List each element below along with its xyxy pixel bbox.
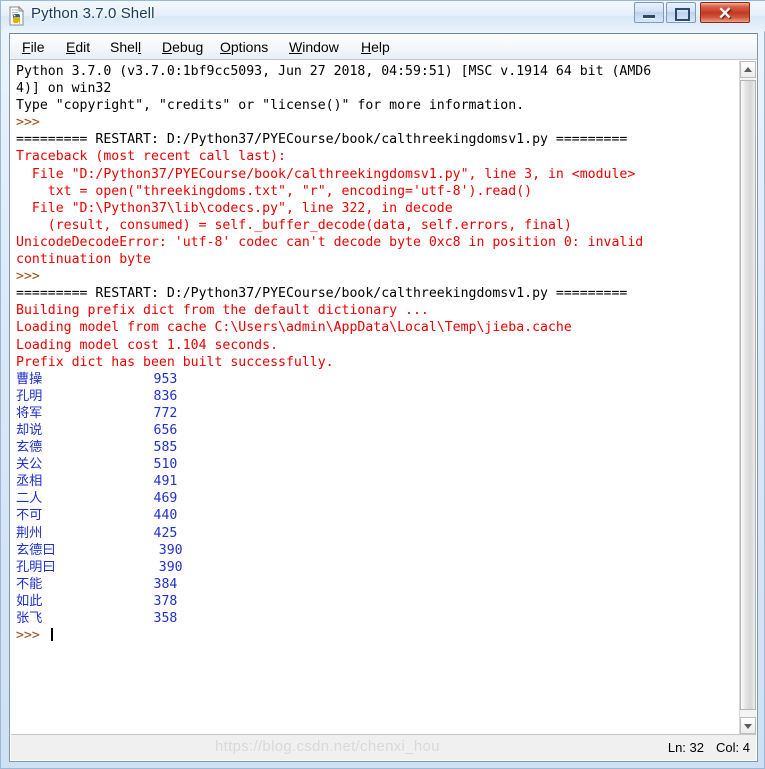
python-idle-icon <box>7 5 27 26</box>
shell-line: 如此 378 <box>16 593 178 609</box>
python-shell-window: Python 3.7.0 Shell ✕ File Edit Shell Deb… <box>0 0 765 769</box>
shell-line: Loading model cost 1.104 seconds. <box>16 337 279 353</box>
shell-text: Python 3.7.0 (v3.7.0:1bf9cc5093, Jun 27 … <box>16 63 740 644</box>
scroll-up-button[interactable] <box>740 61 756 78</box>
menu-mnemonic-help: H <box>361 39 372 55</box>
minimize-icon <box>643 15 655 18</box>
status-bar: https://blog.csdn.net/chenxi_hou Ln: 32 … <box>11 734 756 760</box>
shell-line: (result, consumed) = self._buffer_decode… <box>16 217 572 233</box>
shell-line: Loading model from cache C:\Users\admin\… <box>16 320 572 336</box>
shell-line: Type "copyright", "credits" or "license(… <box>16 98 525 114</box>
menu-label-help-post: elp <box>371 39 390 55</box>
shell-line: Prefix dict has been built successfully. <box>16 354 334 370</box>
close-icon: ✕ <box>717 4 733 23</box>
close-button[interactable]: ✕ <box>700 2 750 23</box>
menu-label-window-post: indow <box>302 39 339 55</box>
shell-line: 荆州 425 <box>16 525 178 541</box>
maximize-button[interactable] <box>666 2 696 23</box>
title-bar[interactable]: Python 3.7.0 Shell ✕ <box>1 1 765 31</box>
menu-mnemonic-debug: D <box>162 39 173 55</box>
shell-line: >>> <box>16 269 48 285</box>
menu-label-file-post: ile <box>30 39 45 55</box>
menu-mnemonic-file: F <box>22 39 31 55</box>
shell-line: Building prefix dict from the default di… <box>16 303 429 319</box>
shell-line: ========= RESTART: D:/Python37/PYECourse… <box>16 286 628 302</box>
shell-line: 不可 440 <box>16 508 178 524</box>
shell-line: 玄德曰 390 <box>16 542 183 558</box>
shell-line: 二人 469 <box>16 491 178 507</box>
shell-line: >>> <box>16 627 740 644</box>
menu-mnemonic-window: W <box>289 39 303 55</box>
maximize-icon <box>675 8 690 21</box>
menu-label-options-post: ptions <box>230 39 269 55</box>
menu-item-edit[interactable]: Edit <box>62 38 94 56</box>
chevron-up-icon <box>744 66 752 72</box>
shell-line: txt = open("threekingdoms.txt", "r", enc… <box>16 183 533 199</box>
menu-item-debug[interactable]: Debug <box>158 38 207 56</box>
shell-line: 将军 772 <box>16 405 178 421</box>
menu-bar: File Edit Shell Debug Options Window Hel… <box>10 34 757 60</box>
shell-line: 玄德 585 <box>16 440 178 456</box>
shell-line: 4)] on win32 <box>16 81 112 97</box>
menu-item-file[interactable]: File <box>18 38 49 56</box>
status-column-number: Col: 4 <box>716 740 750 755</box>
menu-mnemonic-options: O <box>220 39 231 55</box>
shell-line: File "D:/Python37/PYECourse/book/calthre… <box>16 166 636 182</box>
menu-label-shell-pre: Shel <box>110 39 139 55</box>
shell-line: 却说 656 <box>16 422 178 438</box>
shell-line: 丞相 491 <box>16 474 178 490</box>
shell-output-area[interactable]: Python 3.7.0 (v3.7.0:1bf9cc5093, Jun 27 … <box>11 61 740 734</box>
status-line-number: Ln: 32 <box>667 740 704 755</box>
watermark-text: https://blog.csdn.net/chenxi_hou <box>215 738 440 755</box>
menu-label-edit-post: dit <box>75 39 91 55</box>
shell-line: Python 3.7.0 (v3.7.0:1bf9cc5093, Jun 27 … <box>16 64 652 79</box>
shell-line: 孔明 836 <box>16 388 178 404</box>
menu-item-window[interactable]: Window <box>285 38 343 56</box>
menu-mnemonic-edit: E <box>66 39 76 55</box>
shell-line: 曹操 953 <box>16 371 178 387</box>
shell-line: Traceback (most recent call last): <box>16 149 286 165</box>
chevron-down-icon <box>744 723 752 729</box>
client-area: File Edit Shell Debug Options Window Hel… <box>9 33 758 762</box>
shell-line: UnicodeDecodeError: 'utf-8' codec can't … <box>16 234 644 250</box>
window-title: Python 3.7.0 Shell <box>31 5 155 22</box>
menu-label-debug-post: ebug <box>172 39 204 55</box>
menu-item-help[interactable]: Help <box>357 38 394 56</box>
minimize-button[interactable] <box>634 2 664 23</box>
scrollbar-thumb[interactable] <box>740 80 756 710</box>
vertical-scrollbar[interactable] <box>739 61 756 734</box>
scroll-down-button[interactable] <box>740 717 756 734</box>
shell-line: 不能 384 <box>16 576 178 592</box>
menu-mnemonic-shell: l <box>138 39 142 55</box>
shell-line: continuation byte <box>16 252 151 268</box>
text-cursor <box>50 628 53 642</box>
shell-line: ========= RESTART: D:/Python37/PYECourse… <box>16 132 628 148</box>
shell-line: >>> <box>16 115 48 131</box>
shell-line: 关公 510 <box>16 457 178 473</box>
shell-line: 孔明曰 390 <box>16 559 183 575</box>
menu-item-options[interactable]: Options <box>216 38 272 56</box>
shell-line: File "D:\Python37\lib\codecs.py", line 3… <box>16 200 453 216</box>
menu-item-shell[interactable]: Shell <box>106 38 145 56</box>
shell-line: 张飞 358 <box>16 611 178 626</box>
